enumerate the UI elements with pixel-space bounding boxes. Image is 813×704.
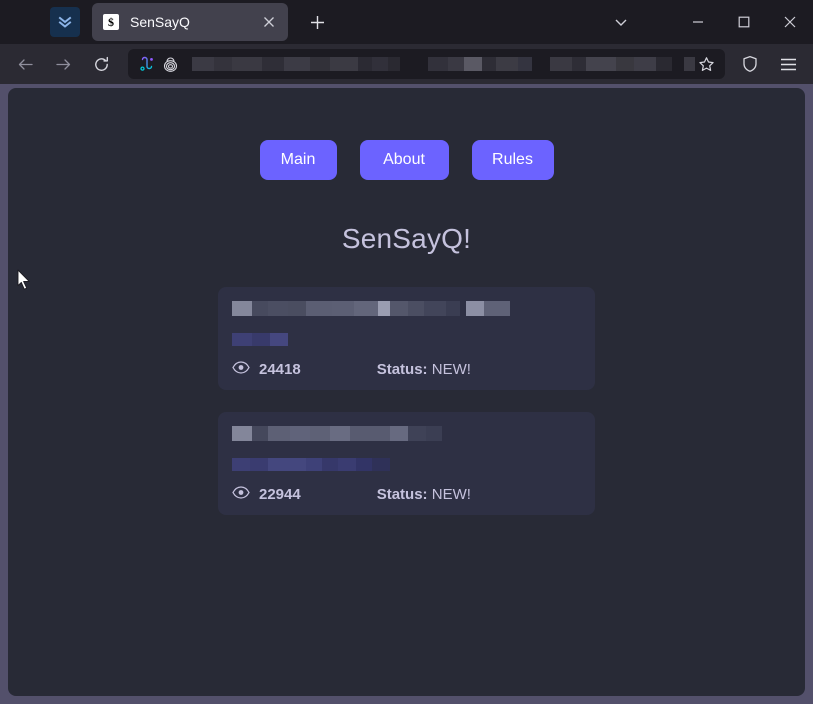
page-title: SenSayQ! xyxy=(341,223,472,255)
nav-button-main[interactable]: Main xyxy=(259,140,337,181)
post-title-redacted xyxy=(232,301,581,317)
post-card[interactable]: 22944 Status: NEW! xyxy=(218,412,595,516)
dollar-favicon: $ xyxy=(103,14,119,30)
url-bar[interactable] xyxy=(128,49,725,79)
status-value: NEW! xyxy=(431,361,471,379)
firefox-view-button[interactable] xyxy=(50,7,80,37)
reload-button[interactable] xyxy=(85,48,117,80)
tab-title: SenSayQ xyxy=(130,14,190,30)
card-footer: 22944 Status: NEW! xyxy=(232,486,581,503)
post-title-redacted xyxy=(232,426,581,442)
card-footer: 24418 Status: NEW! xyxy=(232,361,581,378)
browser-window: $ SenSayQ Main About Rules SenSayQ! 2441… xyxy=(0,0,813,704)
eye-icon xyxy=(232,361,250,378)
status-label: Status: xyxy=(376,361,428,379)
tab-strip: $ SenSayQ xyxy=(0,0,813,44)
views-count: 24418 xyxy=(259,361,301,379)
status-badge: Status: NEW! xyxy=(377,486,471,503)
views-counter: 24418 xyxy=(232,361,301,378)
status-label: Status: xyxy=(376,486,428,504)
new-tab-button[interactable] xyxy=(302,7,332,37)
post-link-redacted xyxy=(232,333,581,347)
tab-close-icon[interactable] xyxy=(258,11,280,33)
window-minimize-button[interactable] xyxy=(675,0,721,44)
url-redacted-text xyxy=(192,57,695,71)
window-close-button[interactable] xyxy=(767,0,813,44)
card-list: 24418 Status: NEW! 22944 Status: NEW! xyxy=(8,287,805,516)
navigation-toolbar xyxy=(0,44,813,84)
window-maximize-button[interactable] xyxy=(721,0,767,44)
status-badge: Status: NEW! xyxy=(377,361,471,378)
post-card[interactable]: 24418 Status: NEW! xyxy=(218,287,595,391)
status-value: NEW! xyxy=(431,486,471,504)
forward-button[interactable] xyxy=(47,48,79,80)
window-controls xyxy=(603,0,813,44)
fingerprint-icon[interactable] xyxy=(159,53,181,75)
site-nav-buttons: Main About Rules xyxy=(8,140,805,181)
web-page-content: Main About Rules SenSayQ! 24418 Status: … xyxy=(8,88,805,696)
bookmark-star-icon[interactable] xyxy=(695,53,717,75)
views-counter: 22944 xyxy=(232,486,301,503)
tracking-protection-shield-icon[interactable] xyxy=(734,48,766,80)
views-count: 22944 xyxy=(259,486,301,504)
post-link-redacted xyxy=(232,458,581,472)
hamburger-menu-icon[interactable] xyxy=(772,48,804,80)
firefox-view-icon xyxy=(57,14,73,30)
page-viewport: Main About Rules SenSayQ! 24418 Status: … xyxy=(0,84,813,704)
browser-tab[interactable]: $ SenSayQ xyxy=(92,3,288,41)
nav-button-about[interactable]: About xyxy=(359,140,449,181)
eye-icon xyxy=(232,486,250,503)
back-button[interactable] xyxy=(9,48,41,80)
container-relay-icon[interactable] xyxy=(135,53,157,75)
nav-button-rules[interactable]: Rules xyxy=(471,140,554,181)
list-all-tabs-button[interactable] xyxy=(603,0,639,44)
